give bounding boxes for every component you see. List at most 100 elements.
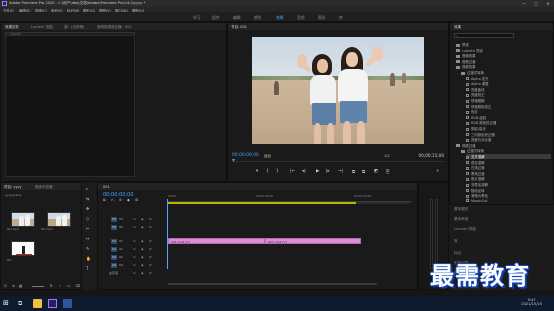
panel-essential-graphics[interactable]: 基本图形 <box>454 207 468 212</box>
tab-effect-controls[interactable]: 效果控件 <box>5 25 19 30</box>
time-ruler[interactable]: 00;00 00;00;05;00 00;00;10;00 <box>168 194 412 202</box>
system-clock[interactable]: 9:47 2021/10/15 <box>521 298 542 306</box>
lock-icon[interactable]: ⊡ <box>133 239 136 243</box>
rate-stretch-tool-icon[interactable]: ◇ <box>86 216 89 221</box>
project-item-thumbnail[interactable] <box>11 212 35 227</box>
button-editor-button[interactable]: + <box>436 169 440 174</box>
program-scrub-bar[interactable] <box>232 161 444 163</box>
effect-item[interactable]: RGB 颜色校正器 <box>466 120 496 125</box>
sort-icon[interactable]: ⇅ <box>50 284 53 288</box>
track-select-tool-icon[interactable]: ⇆ <box>86 196 89 201</box>
lock-icon[interactable]: ⊡ <box>133 247 136 251</box>
workspace-editing[interactable]: 编辑 <box>233 15 241 21</box>
effect-item[interactable]: 三向颜色校正器 <box>466 132 495 137</box>
tab-project[interactable]: 项目: yyyy <box>4 185 22 190</box>
effects-folder[interactable]: 音频效果 <box>456 53 476 58</box>
track-target-toggle[interactable]: V1 <box>111 238 117 244</box>
trash-icon[interactable]: ⌫ <box>75 284 80 288</box>
panel-lumetri-color[interactable]: Lumetri 颜色 <box>454 227 476 232</box>
list-view-icon[interactable]: ≣ <box>12 284 15 288</box>
panel-libraries[interactable]: 库 <box>454 239 458 244</box>
step-back-button[interactable]: ◂| <box>302 169 306 174</box>
effects-folder[interactable]: 视频过渡 <box>456 143 476 148</box>
export-frame-button[interactable]: ◩ <box>374 169 378 174</box>
type-tool-icon[interactable]: T <box>86 266 88 271</box>
icon-view-icon[interactable]: ▦ <box>19 284 22 288</box>
linked-selection-icon[interactable]: ⊘ <box>119 198 122 202</box>
add-marker-button[interactable]: ▾ <box>256 169 258 174</box>
slip-tool-icon[interactable]: ↔ <box>86 236 89 241</box>
track-target-toggle[interactable]: A1 <box>111 246 117 252</box>
effect-item[interactable]: 亮度与对比度 <box>466 137 491 142</box>
eye-icon[interactable]: ◉ <box>141 263 144 267</box>
compare-view-button[interactable]: ⎘ <box>386 169 390 175</box>
track-target-toggle[interactable]: A3 <box>111 262 117 268</box>
search-bin-icon[interactable]: ⌕ <box>59 284 61 288</box>
tab-audio-clip-mixer[interactable]: 音频剪辑混合器：001 <box>97 25 132 30</box>
playback-resolution-select[interactable]: 1/2 <box>384 154 390 158</box>
minimize-button[interactable]: — <box>518 0 530 7</box>
mute-icon[interactable]: M <box>149 217 152 221</box>
tab-lumetri-scopes[interactable]: Lumetri 范围 <box>31 25 53 30</box>
panel-essential-sound[interactable]: 基本声音 <box>454 217 468 222</box>
tab-source[interactable]: 源：(无剪辑) <box>64 25 84 30</box>
eye-icon[interactable]: ◉ <box>141 239 144 243</box>
effects-folder[interactable]: 过渡式转换 <box>461 148 484 153</box>
eye-icon[interactable]: ◉ <box>141 225 144 229</box>
timeline-scrollbar[interactable] <box>168 283 377 285</box>
tab-media-browser[interactable]: 媒体浏览器 <box>35 185 53 190</box>
track-target-toggle[interactable]: A2 <box>111 254 117 260</box>
lock-icon[interactable]: ⊡ <box>133 217 136 221</box>
ripple-edit-tool-icon[interactable]: ✥ <box>86 206 89 211</box>
effect-item[interactable]: 白场过渡 <box>466 165 485 170</box>
effect-item[interactable]: 黑场过渡 <box>466 171 485 176</box>
workspace-audio[interactable]: 音频 <box>297 15 305 21</box>
go-to-out-button[interactable]: →| <box>338 169 343 174</box>
mute-icon[interactable]: M <box>149 271 152 275</box>
pen-tool-icon[interactable]: ✎ <box>86 246 89 251</box>
task-view-icon[interactable]: ⧉ <box>18 299 27 308</box>
effect-item[interactable]: Alpha 调整 <box>466 81 489 86</box>
eye-icon[interactable]: ◉ <box>141 255 144 259</box>
effects-folder[interactable]: Lumetri 预设 <box>456 48 483 53</box>
effects-folder[interactable]: 音频过渡 <box>456 59 476 64</box>
maximize-button[interactable]: □ <box>530 0 542 7</box>
razor-tool-icon[interactable]: ✂ <box>86 226 89 231</box>
lock-icon[interactable]: ⊡ <box>133 271 136 275</box>
lift-button[interactable]: ⧉ <box>352 169 355 175</box>
lock-icon[interactable]: ⊡ <box>133 255 136 259</box>
play-button[interactable]: ▶ <box>316 169 319 174</box>
video-frame[interactable] <box>252 37 424 144</box>
lock-icon[interactable]: ⊡ <box>133 225 136 229</box>
mute-icon[interactable]: M <box>149 247 152 251</box>
workspace-effects[interactable]: 效果 <box>276 15 284 23</box>
workspace-assembly[interactable]: 组件 <box>212 15 220 21</box>
video-clip[interactable]: 001.mp4 [V] <box>168 238 265 244</box>
premiere-taskbar-icon[interactable] <box>48 299 57 308</box>
nest-icon[interactable]: ⧉ <box>103 198 106 202</box>
eye-icon[interactable]: ◉ <box>141 247 144 251</box>
effect-item[interactable]: 阴影/高光 <box>466 126 486 131</box>
new-bin-icon[interactable]: ▭ <box>67 284 70 288</box>
effects-folder[interactable]: 预设 <box>456 42 469 47</box>
effect-item[interactable]: Alpha 发光 <box>466 76 489 81</box>
lock-icon[interactable]: ⊡ <box>133 263 136 267</box>
zoom-slider[interactable] <box>32 286 44 287</box>
workspace-graphics[interactable]: 图形 <box>318 15 326 21</box>
word-taskbar-icon[interactable] <box>63 299 72 308</box>
mute-icon[interactable]: M <box>149 263 152 267</box>
workspace-learning[interactable]: 学习 <box>193 15 201 21</box>
workspace-libraries[interactable]: 库 <box>339 15 343 21</box>
eye-icon[interactable]: ◉ <box>141 271 144 275</box>
effects-folder[interactable]: 过渡式转换 <box>461 70 484 75</box>
effect-item[interactable]: 交叉溶解 <box>466 154 551 159</box>
work-area-bar[interactable] <box>168 202 356 204</box>
track-target-toggle[interactable]: V2 <box>111 224 117 230</box>
effect-item[interactable]: MorphCut <box>466 199 488 203</box>
effect-item[interactable]: 亮度校正 <box>466 92 485 97</box>
lock-icon[interactable]: ⊡ <box>4 284 7 288</box>
snap-icon[interactable]: ∩ <box>111 198 114 202</box>
step-forward-button[interactable]: |▸ <box>326 169 330 174</box>
close-button[interactable]: ✕ <box>542 0 554 7</box>
extract-button[interactable]: ⧉ <box>362 169 365 175</box>
